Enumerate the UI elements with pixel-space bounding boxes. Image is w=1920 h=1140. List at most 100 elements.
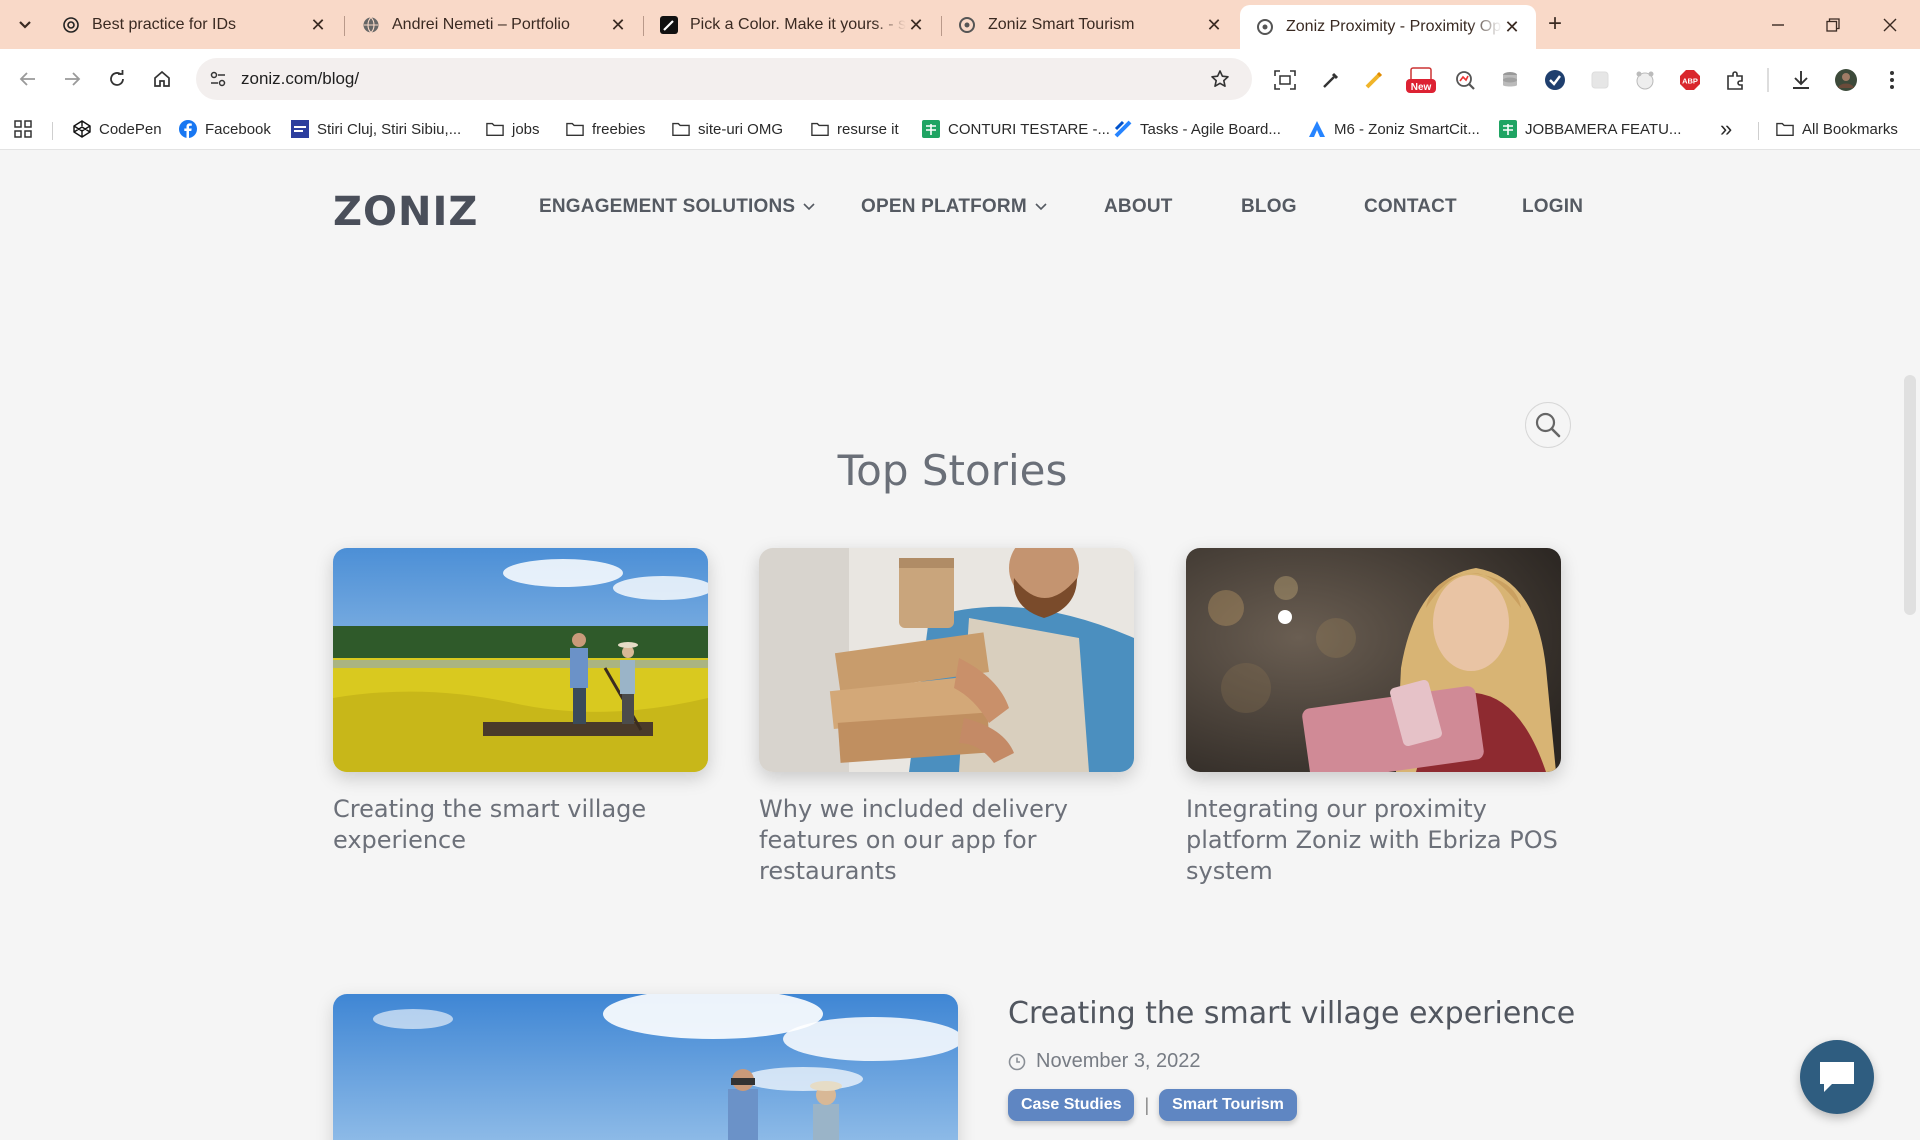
story-title[interactable]: Integrating our proximity platform Zoniz…: [1186, 794, 1561, 887]
tab-portfolio[interactable]: Andrei Nemeti – Portfolio ✕: [346, 5, 642, 45]
featured-post-title[interactable]: Creating the smart village experience: [1008, 996, 1575, 1031]
news-extension-icon[interactable]: New: [1406, 67, 1436, 93]
home-button[interactable]: [148, 65, 176, 93]
story-image[interactable]: [1186, 548, 1561, 772]
pen-icon: [660, 16, 678, 34]
bookmark-conturi-testare[interactable]: CONTURI TESTARE -...: [922, 118, 1110, 140]
bookmark-facebook[interactable]: Facebook: [179, 118, 271, 140]
abp-badge-text: ABP: [1682, 77, 1698, 86]
bookmark-label: M6 - Zoniz SmartCit...: [1334, 120, 1480, 138]
new-tab-button[interactable]: +: [1542, 12, 1568, 38]
restore-button[interactable]: [1813, 12, 1853, 38]
profile-avatar[interactable]: [1834, 68, 1858, 92]
nav-login[interactable]: LOGIN: [1522, 196, 1583, 218]
story-image[interactable]: [759, 548, 1134, 772]
bookmark-tasks-agile-board[interactable]: Tasks - Agile Board...: [1114, 118, 1281, 140]
story-card[interactable]: Integrating our proximity platform Zoniz…: [1186, 548, 1561, 887]
close-icon[interactable]: ✕: [1502, 17, 1522, 38]
bookmarks-overflow-button[interactable]: »: [1720, 116, 1732, 141]
zoniz-icon: [958, 16, 976, 34]
close-icon[interactable]: ✕: [608, 15, 628, 36]
panda-extension-icon[interactable]: [1633, 68, 1657, 92]
database-extension-icon[interactable]: [1498, 68, 1522, 92]
minimize-button[interactable]: [1758, 12, 1798, 38]
bookmarks-divider: [52, 122, 53, 140]
bookmark-codepen[interactable]: CodePen: [73, 118, 162, 140]
bookmark-label: Stiri Cluj, Stiri Sibiu,...: [317, 120, 462, 138]
close-icon[interactable]: ✕: [906, 15, 926, 36]
bookmark-label: CONTURI TESTARE -...: [948, 120, 1110, 138]
news-icon: [291, 120, 309, 138]
apps-button[interactable]: [14, 118, 40, 140]
nav-contact[interactable]: CONTACT: [1364, 196, 1457, 218]
story-card[interactable]: Why we included delivery features on our…: [759, 548, 1134, 887]
url-text[interactable]: zoniz.com/blog/: [241, 69, 359, 89]
codepen-icon: [73, 120, 91, 138]
bookmark-folder-freebies[interactable]: freebies: [566, 118, 645, 140]
story-card[interactable]: Creating the smart village experience: [333, 548, 708, 856]
section-title: Top Stories: [837, 446, 1068, 495]
featured-post-image[interactable]: [333, 994, 958, 1140]
folder-icon: [486, 120, 504, 138]
extensions-puzzle-icon[interactable]: [1724, 68, 1748, 92]
tab-title: Zoniz Smart Tourism: [988, 16, 1135, 33]
bookmark-jobbamera[interactable]: JOBBAMERA FEATU...: [1499, 118, 1681, 140]
kebab-menu-icon[interactable]: [1880, 68, 1904, 92]
close-icon[interactable]: ✕: [1204, 15, 1224, 36]
screenshot-extension-icon[interactable]: [1273, 68, 1297, 92]
reload-icon: [110, 70, 124, 86]
tab-title: Andrei Nemeti – Portfolio: [392, 16, 570, 33]
bookmark-m6-zoniz[interactable]: M6 - Zoniz SmartCit...: [1308, 118, 1480, 140]
tab-pick-a-color[interactable]: Pick a Color. Make it yours. - sh ✕: [644, 5, 940, 45]
chat-bubble-icon: [1820, 1062, 1854, 1092]
back-button[interactable]: [14, 65, 42, 93]
live-chat-button[interactable]: [1800, 1040, 1874, 1114]
story-title[interactable]: Creating the smart village experience: [333, 794, 708, 856]
blog-search-button[interactable]: [1525, 402, 1571, 448]
page-scrollbar-thumb[interactable]: [1904, 375, 1916, 615]
tag-smart-tourism[interactable]: Smart Tourism: [1159, 1089, 1297, 1121]
tab-search-button[interactable]: [12, 12, 38, 38]
analytics-extension-icon[interactable]: [1453, 68, 1477, 92]
eyedropper-extension-icon[interactable]: [1319, 68, 1343, 92]
nav-about[interactable]: ABOUT: [1104, 196, 1173, 218]
nav-open-platform[interactable]: OPEN PLATFORM: [861, 196, 1047, 218]
minimize-icon: [1772, 24, 1784, 26]
tag-case-studies[interactable]: Case Studies: [1008, 1089, 1135, 1121]
nav-blog[interactable]: BLOG: [1241, 196, 1297, 218]
bookmark-folder-jobs[interactable]: jobs: [486, 118, 540, 140]
bookmark-folder-site-uri-omg[interactable]: site-uri OMG: [672, 118, 783, 140]
bookmark-folder-resurse-it[interactable]: resurse it: [811, 118, 899, 140]
adblock-extension-icon[interactable]: ABP: [1678, 68, 1702, 92]
atlassian-icon: [1308, 120, 1326, 138]
featured-post-date: November 3, 2022: [1008, 1050, 1201, 1073]
story-image[interactable]: [333, 548, 708, 772]
tab-divider: [344, 16, 345, 36]
site-settings-icon[interactable]: [206, 67, 230, 91]
bookmarks-bar: CodePen Facebook Stiri Cluj, Stiri Sibiu…: [0, 108, 1920, 150]
tab-best-practice[interactable]: Best practice for IDs ✕: [46, 5, 342, 45]
all-bookmarks-button[interactable]: All Bookmarks: [1776, 118, 1898, 140]
address-bar[interactable]: zoniz.com/blog/: [196, 58, 1252, 100]
logo-text: ZONIZ: [333, 189, 479, 235]
tab-zoniz-smart-tourism[interactable]: Zoniz Smart Tourism ✕: [942, 5, 1238, 45]
download-icon[interactable]: [1789, 68, 1813, 92]
bookmark-star-icon[interactable]: [1208, 67, 1232, 91]
placeholder-extension-icon[interactable]: [1588, 68, 1612, 92]
window-close-button[interactable]: [1870, 12, 1910, 38]
tab-title: Pick a Color. Make it yours. - sh: [690, 16, 906, 33]
nav-label: LOGIN: [1522, 196, 1584, 217]
check-extension-icon[interactable]: [1543, 68, 1567, 92]
folder-icon: [672, 120, 690, 138]
toolbar-divider: [1767, 68, 1769, 92]
story-title[interactable]: Why we included delivery features on our…: [759, 794, 1134, 887]
clock-icon: [1008, 1053, 1026, 1070]
close-icon[interactable]: ✕: [308, 15, 328, 36]
bookmark-stiri-cluj[interactable]: Stiri Cluj, Stiri Sibiu,...: [291, 118, 461, 140]
zoniz-logo[interactable]: ZONIZ: [333, 189, 478, 235]
reload-button[interactable]: [103, 65, 131, 93]
forward-button[interactable]: [58, 65, 86, 93]
nav-engagement-solutions[interactable]: ENGAGEMENT SOLUTIONS: [539, 196, 815, 218]
tab-zoniz-proximity[interactable]: Zoniz Proximity - Proximity Ope ✕: [1240, 5, 1536, 49]
highlighter-extension-icon[interactable]: [1362, 68, 1386, 92]
